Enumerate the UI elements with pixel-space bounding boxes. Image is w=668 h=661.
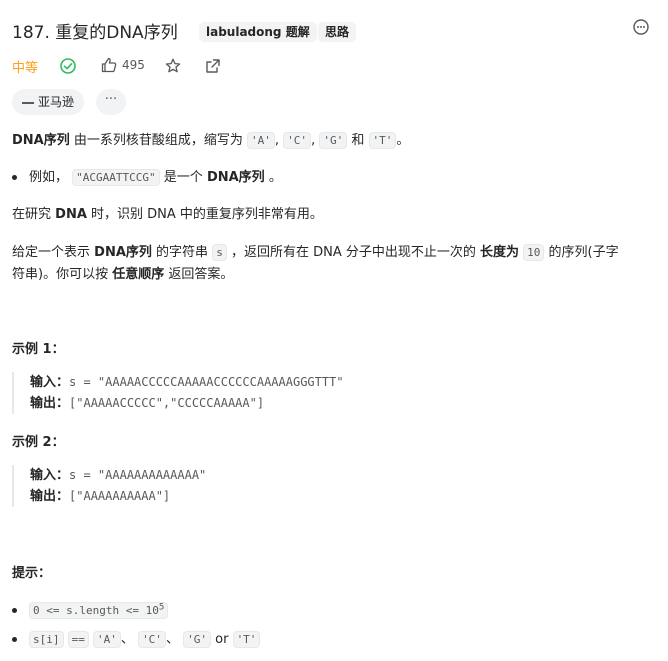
desc-paragraph-1: DNA序列 由一系列核苷酸组成，缩写为 'A', 'C', 'G' 和 'T'。 — [12, 132, 410, 149]
company-dash-icon — [22, 101, 34, 104]
desc-paragraph-2: 在研究 DNA 时，识别 DNA 中的重复序列非常有用。 — [12, 207, 323, 222]
desc-bullet: 例如， "ACGAATTCCG" 是一个 DNA序列 。 — [12, 167, 282, 189]
share-icon[interactable] — [204, 57, 222, 75]
problem-title: 187. 重复的DNA序列 — [12, 23, 178, 43]
desc-paragraph-3: 给定一个表示 DNA序列 的字符串 s ，返回所有在 DNA 分子中出现不止一次… — [12, 244, 619, 261]
star-icon[interactable] — [164, 57, 182, 75]
difficulty-label: 中等 — [12, 61, 39, 76]
solved-check-icon — [59, 57, 77, 75]
like-count: 495 — [122, 58, 145, 72]
hint-2: s[i] == 'A'、 'C'、 'G' or 'T' — [12, 629, 261, 651]
tag-thinking[interactable]: 思路 — [318, 22, 357, 42]
company-label: 亚马逊 — [38, 95, 75, 109]
hint-1: 0 <= s.length <= 105 — [12, 596, 169, 622]
hints-title: 提示： — [12, 566, 52, 581]
thumbs-up-icon[interactable] — [100, 56, 118, 74]
example-1-title: 示例 1： — [12, 342, 65, 357]
example-2-title: 示例 2： — [12, 435, 65, 450]
feedback-icon[interactable] — [632, 18, 650, 36]
more-button[interactable]: ··· — [96, 89, 126, 115]
tag-labuladong[interactable]: labuladong 题解 — [199, 22, 317, 42]
example-1-block: 输入：s = "AAAAACCCCCAAAAACCCCCCAAAAAGGGTTT… — [12, 372, 344, 414]
company-tag[interactable]: 亚马逊 — [12, 89, 85, 115]
example-2-block: 输入：s = "AAAAAAAAAAAAA" 输出：["AAAAAAAAAA"] — [12, 465, 206, 507]
desc-paragraph-3-cont: 符串)。你可以按 任意顺序 返回答案。 — [12, 267, 234, 282]
